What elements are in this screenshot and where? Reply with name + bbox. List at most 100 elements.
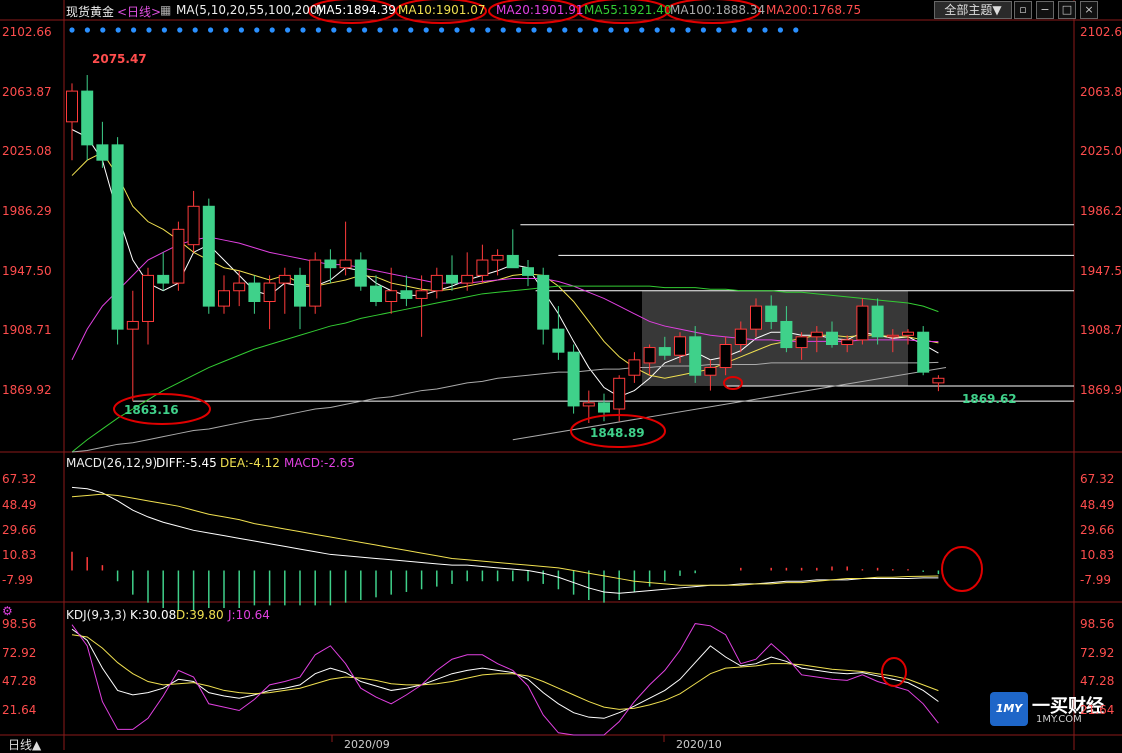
kdj-params[interactable]: KDJ(9,3,3) [66, 608, 127, 622]
macd-tick-left: 29.66 [2, 522, 37, 537]
kdj-tick-left: 47.28 [2, 674, 37, 689]
period-tab[interactable]: 日线▲ [8, 736, 41, 753]
period-label[interactable]: <日线> [117, 3, 161, 20]
candle-body [96, 144, 109, 161]
restore-icon[interactable]: ▫ [1014, 1, 1032, 19]
kdj-tick-left: 72.92 [2, 645, 37, 660]
candle-body [567, 351, 580, 407]
signal-dot [485, 27, 491, 33]
ma-params[interactable]: MA(5,10,20,55,100,200) [176, 3, 322, 17]
x-label-oct: 2020/10 [676, 738, 722, 751]
candle-body [841, 339, 854, 345]
price-tick-left: 2063.87 [2, 84, 52, 99]
signal-dot [177, 27, 183, 33]
signal-dot [700, 27, 707, 33]
candle-body [750, 305, 762, 330]
candle-body [734, 328, 747, 345]
candle-body [780, 320, 793, 349]
signal-dot [731, 27, 737, 33]
candle-body [157, 274, 170, 284]
candle-body [339, 259, 352, 269]
candle-body [218, 290, 230, 307]
candle-body [491, 254, 504, 261]
price-tick-left: 2102.66 [2, 25, 52, 40]
candle-body [674, 336, 686, 356]
candle-body [461, 274, 474, 284]
candle-body [795, 336, 808, 349]
candle-body [932, 377, 945, 384]
signal-dot [238, 27, 244, 33]
signal-dot [192, 27, 198, 33]
annotation-low1: 1863.16 [124, 403, 179, 417]
close-icon[interactable]: × [1080, 1, 1098, 19]
candle-body [628, 359, 641, 376]
price-tick-left: 1947.50 [2, 263, 52, 278]
signal-dot [777, 27, 784, 33]
signal-dot [269, 27, 275, 33]
candle-body [476, 259, 489, 276]
minimize-icon[interactable]: − [1036, 1, 1054, 19]
macd-tick-left: 10.83 [2, 548, 37, 562]
macd-params[interactable]: MACD(26,12,9) [66, 456, 157, 470]
candle-body [81, 90, 94, 146]
candle-body [765, 305, 778, 322]
macd-hist: MACD:-2.65 [284, 456, 356, 470]
candle-body [111, 144, 124, 330]
macd-tick-left: 67.32 [2, 472, 37, 487]
kdj-tick-left: 21.64 [2, 702, 37, 717]
signal-dot [623, 27, 630, 33]
signal-dot [762, 27, 768, 33]
price-tick-right: 2063.87 [1080, 84, 1122, 99]
candle-body [506, 254, 519, 269]
signal-dot [500, 27, 506, 33]
signal-dot [562, 27, 568, 33]
highlight-macd-cross [941, 546, 983, 592]
candle-body [202, 205, 215, 307]
signal-dot [208, 27, 214, 33]
signal-dot [285, 27, 291, 33]
annotation-high: 2075.47 [92, 52, 147, 66]
signal-dot [84, 27, 90, 33]
candle-body [415, 290, 428, 299]
candle-body [704, 367, 717, 376]
candle-body [370, 285, 382, 302]
macd-tick-left: 48.49 [2, 497, 37, 512]
signal-dot [577, 27, 583, 33]
kdj-tick-right: 47.28 [1080, 674, 1115, 689]
signal-dot [469, 27, 475, 33]
candle-body [354, 259, 367, 287]
ma-settings-icon[interactable]: ▦ [160, 3, 171, 17]
kdj-settings-icon[interactable]: ⚙ [2, 604, 13, 618]
signal-dot [516, 27, 522, 33]
candle-body [248, 282, 261, 303]
signal-dot [392, 27, 398, 33]
candle-body [309, 259, 322, 307]
signal-dot [454, 27, 460, 33]
maximize-icon[interactable]: □ [1058, 1, 1076, 19]
signal-dot [670, 27, 676, 33]
price-tick-right: 2025.08 [1080, 144, 1122, 159]
candle-body [886, 334, 899, 338]
kdj-j: J:10.64 [228, 608, 270, 622]
brand-logo-icon: 1MY [990, 692, 1028, 726]
candle-body [643, 347, 656, 364]
candle-body [430, 274, 443, 292]
signal-dot [593, 27, 599, 33]
annotation-low2: 1848.89 [590, 426, 645, 440]
x-label-sep: 2020/09 [344, 738, 390, 751]
kdj-tick-right: 21.64 [1080, 702, 1115, 717]
theme-dropdown[interactable]: 全部主题▼ [934, 1, 1012, 19]
signal-dot [639, 27, 645, 33]
candle-body [552, 328, 565, 353]
candle-body [187, 205, 200, 246]
candle-body [871, 305, 884, 338]
kdj-tick-left: 98.56 [2, 617, 37, 632]
macd-tick-left: -7.99 [2, 573, 34, 588]
candle-body [810, 331, 823, 338]
signal-dot [408, 27, 414, 33]
ma100-value: MA100:1888.34 [670, 3, 766, 17]
candle-body [172, 228, 185, 284]
kdj-d: D:39.80 [176, 608, 224, 622]
price-tick-left: 2025.08 [2, 144, 52, 159]
kdj-tick-right: 72.92 [1080, 645, 1115, 660]
